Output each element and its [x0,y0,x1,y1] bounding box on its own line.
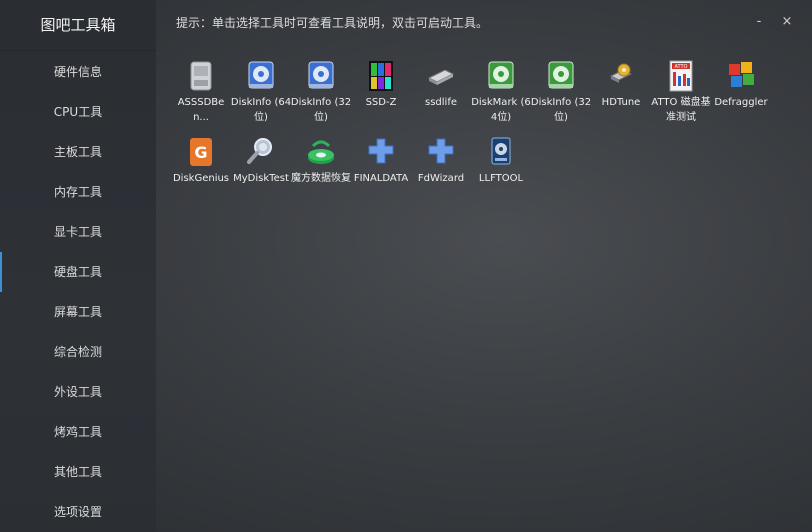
tool-label: 魔方数据恢复 [291,173,351,184]
chip-icon [427,69,455,85]
tool-diskmark-64[interactable]: DiskMark (64位) [470,56,532,125]
tool-label: ASSSDBen... [177,97,225,123]
mydisktest-icon [247,138,272,164]
tool-label: DiskInfo (32位) [290,97,352,123]
tool-diskgenius[interactable]: G DiskGenius [170,132,232,186]
tool-hdtune[interactable]: HDTune [590,56,652,110]
sidebar-item-hardware-info[interactable]: 硬件信息 [0,52,156,92]
diskinfo-icon [248,61,274,89]
sidebar-item-stress-tools[interactable]: 烤鸡工具 [0,412,156,452]
sidebar-item-label: 硬盘工具 [53,265,102,279]
tool-finaldata[interactable]: FINALDATA [350,132,412,186]
tool-label: MyDiskTest [233,173,289,184]
tool-mofang-recovery[interactable]: 魔方数据恢复 [290,132,352,186]
puzzle-icon [428,138,454,164]
tool-label: DiskInfo (32位) [530,97,592,123]
svg-text:ATTO: ATTO [675,64,688,70]
sidebar-item-label: 硬件信息 [53,65,102,79]
sidebar-item-label: 内存工具 [53,185,102,199]
recovery-icon [308,140,334,164]
sidebar-nav: 硬件信息 CPU工具 主板工具 内存工具 显卡工具 硬盘工具 屏幕工具 综合检测… [0,52,156,532]
tool-label: HDTune [601,97,641,108]
sidebar-item-label: 其他工具 [53,465,102,479]
sidebar: 图吧工具箱 硬件信息 CPU工具 主板工具 内存工具 显卡工具 硬盘工具 屏幕工… [0,0,156,532]
tool-defraggler[interactable]: Defraggler [710,56,772,110]
sidebar-item-label: 烤鸡工具 [53,425,102,439]
tool-label: DiskGenius [172,173,230,184]
tool-ssdz[interactable]: SSD-Z [350,56,412,110]
tool-label: DiskMark (64位) [471,97,531,123]
tool-label: LLFTOOL [478,173,524,184]
tool-label: DiskInfo (64位) [230,97,292,123]
tool-atto[interactable]: ATTO ATTO 磁盘基准测试 [650,56,712,125]
hint-text: 提示：单击选择工具时可查看工具说明，双击可启动工具。 [176,16,489,30]
sidebar-item-label: 屏幕工具 [53,305,102,319]
tool-diskmark-32[interactable]: DiskInfo (32位) [530,56,592,125]
sidebar-item-disk-tools[interactable]: 硬盘工具 [0,252,156,292]
sidebar-item-cpu-tools[interactable]: CPU工具 [0,92,156,132]
tool-assdbenchmark[interactable]: ASSSDBen... [170,56,232,125]
sidebar-item-label: 主板工具 [53,145,102,159]
tool-ssdlife[interactable]: ssdlife [410,56,472,110]
tool-label: ssdlife [425,97,457,108]
atto-icon: ATTO [669,60,693,92]
tool-label: SSD-Z [365,97,397,108]
minimize-button[interactable]: - [749,12,769,32]
sidebar-item-label: 选项设置 [53,505,102,519]
tool-label: Defraggler [714,97,768,108]
hdtune-icon [609,63,633,83]
sidebar-item-memory-tools[interactable]: 内存工具 [0,172,156,212]
sidebar-item-gpu-tools[interactable]: 显卡工具 [0,212,156,252]
sidebar-item-peripheral-tools[interactable]: 外设工具 [0,372,156,412]
tool-llftool[interactable]: LLFTOOL [470,132,532,186]
tool-fdwizard[interactable]: FdWizard [410,132,472,186]
diskmark-icon [548,61,574,89]
app-title: 图吧工具箱 [0,0,156,51]
diskinfo-icon [308,61,334,89]
tool-diskinfo-64[interactable]: DiskInfo (64位) [230,56,292,125]
sidebar-item-motherboard-tools[interactable]: 主板工具 [0,132,156,172]
llftool-icon [491,137,511,165]
sidebar-item-settings[interactable]: 选项设置 [0,492,156,532]
sidebar-item-comprehensive[interactable]: 综合检测 [0,332,156,372]
tool-label: FINALDATA [353,173,409,184]
ssdz-icon [369,61,393,91]
tool-label: FdWizard [417,173,465,184]
close-button[interactable]: × [777,12,797,32]
sidebar-item-label: CPU工具 [53,105,103,119]
svg-text:G: G [194,143,207,162]
tool-label: ATTO 磁盘基准测试 [651,97,711,123]
sidebar-item-label: 综合检测 [53,345,102,359]
tool-diskinfo-32[interactable]: DiskInfo (32位) [290,56,352,125]
sidebar-item-screen-tools[interactable]: 屏幕工具 [0,292,156,332]
drive-icon [190,61,212,91]
sidebar-item-label: 外设工具 [53,385,102,399]
defraggler-icon [729,62,754,87]
diskmark-icon [488,61,514,89]
sidebar-item-other-tools[interactable]: 其他工具 [0,452,156,492]
diskgenius-icon: G [190,138,212,166]
tool-mydisktest[interactable]: MyDiskTest [230,132,292,186]
sidebar-item-label: 显卡工具 [53,225,102,239]
puzzle-icon [368,138,394,164]
